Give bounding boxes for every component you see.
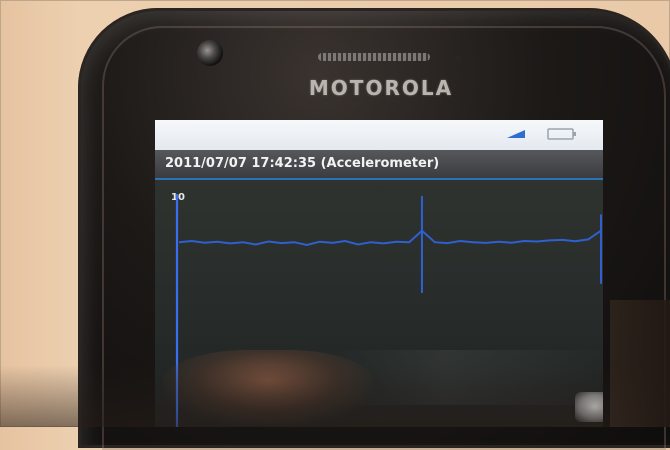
proximity-sensor xyxy=(455,55,461,61)
page-title: 2011/07/07 17:42:35 (Accelerometer) xyxy=(165,156,440,171)
status-bar xyxy=(155,120,603,150)
accelerometer-trace xyxy=(178,229,602,247)
trace-layer xyxy=(178,196,602,294)
bottom-shadow xyxy=(0,365,670,427)
background-shadow xyxy=(610,300,670,427)
signal-icon xyxy=(507,130,525,138)
app-title-bar: 2011/07/07 17:42:35 (Accelerometer) xyxy=(155,150,603,180)
earpiece-grille xyxy=(318,53,430,61)
front-camera xyxy=(197,40,223,66)
battery-icon xyxy=(547,128,576,140)
brand-logo: MOTOROLA xyxy=(308,76,454,100)
